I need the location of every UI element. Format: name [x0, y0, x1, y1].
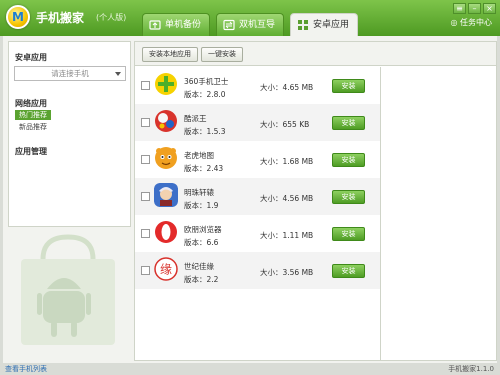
sidebar-heading-network: 网络应用	[15, 99, 47, 108]
list-item: 酷派王 版本：1.5.3 大小：655 KB 安装	[135, 104, 380, 141]
app-name: 欧朋浏览器	[184, 225, 222, 234]
install-button[interactable]: 安装	[332, 79, 365, 93]
dual-transfer-icon	[223, 19, 235, 31]
shopping-bag-android-icon	[21, 234, 115, 345]
minimize-icon[interactable]: –	[468, 3, 481, 14]
row-checkbox[interactable]	[141, 81, 150, 90]
app-name: 360手机卫士	[184, 77, 229, 86]
menu-icon[interactable]: ≡	[453, 3, 466, 14]
device-select[interactable]: 请连接手机	[14, 66, 126, 81]
row-checkbox[interactable]	[141, 192, 150, 201]
sidebar: 安卓应用 请连接手机 网络应用 热门推荐 新品推荐 应用管理	[8, 41, 131, 227]
one-click-install-button[interactable]: 一键安装	[201, 47, 243, 62]
app-edition: (个人版)	[96, 13, 127, 22]
list-item: 360手机卫士 版本：2.8.0 大小：4.65 MB 安装	[135, 67, 380, 104]
app-name: 世纪佳缘	[184, 262, 214, 271]
version-label: 手机搬家1.1.0	[448, 365, 494, 373]
main-tabs: 单机备份 双机互导 安卓应用	[142, 13, 364, 36]
tiger-icon	[155, 147, 177, 169]
install-button[interactable]: 安装	[332, 153, 365, 167]
app-size: 大小：4.56 MB	[260, 194, 314, 203]
sidebar-item-hot[interactable]: 热门推荐	[15, 110, 51, 120]
app-version: 版本：2.43	[184, 164, 224, 173]
app-size: 大小：3.56 MB	[260, 268, 314, 277]
row-checkbox[interactable]	[141, 266, 150, 275]
sidebar-heading-manage[interactable]: 应用管理	[15, 146, 47, 157]
chevron-down-icon	[115, 72, 121, 76]
android-apps-icon	[298, 20, 309, 30]
install-button[interactable]: 安装	[332, 116, 365, 130]
row-checkbox[interactable]	[141, 229, 150, 238]
app-version: 版本：1.5.3	[184, 127, 226, 136]
list-item: 缘 世纪佳缘 版本：2.2 大小：3.56 MB 安装	[135, 252, 380, 289]
tab-dual-transfer[interactable]: 双机互导	[216, 13, 285, 36]
sidebar-item-new[interactable]: 新品推荐	[15, 122, 51, 132]
360-guard-icon	[155, 73, 177, 95]
title-bar: M 手机搬家 (个人版) 单机备份 双机互导 安卓应用 ≡ – × ◎ 任务中心	[0, 0, 500, 36]
app-version: 版本：6.6	[184, 238, 219, 247]
app-size: 大小：1.11 MB	[260, 231, 314, 240]
toolbar: 安装本地应用 一键安装	[135, 42, 496, 66]
task-center-link[interactable]: ◎ 任务中心	[450, 17, 492, 28]
row-checkbox[interactable]	[141, 155, 150, 164]
app-version: 版本：2.8.0	[184, 90, 226, 99]
close-icon[interactable]: ×	[483, 3, 496, 14]
jiayuan-icon: 缘	[154, 257, 178, 281]
task-center-icon: ◎	[450, 18, 458, 27]
opera-icon	[155, 221, 177, 243]
app-logo: M	[6, 5, 30, 29]
main-area: 安卓应用 请连接手机 网络应用 热门推荐 新品推荐 应用管理 安装本地应用 一键…	[3, 36, 497, 363]
app-name: 酷派王	[184, 114, 207, 123]
game-character-icon	[154, 183, 178, 207]
app-list-panel: 安装本地应用 一键安装 360手机卫士 版本：2.8.0 大小：4.65 MB …	[134, 41, 497, 361]
view-phone-list-link[interactable]: 查看手机列表	[5, 364, 47, 374]
list-item: 明珠轩辕 版本：1.9 大小：4.56 MB 安装	[135, 178, 380, 215]
app-size: 大小：655 KB	[260, 120, 310, 129]
list-item: 欧朋浏览器 版本：6.6 大小：1.11 MB 安装	[135, 215, 380, 252]
app-version: 版本：1.9	[184, 201, 219, 210]
tab-android-apps[interactable]: 安卓应用	[290, 13, 359, 36]
status-bar: 查看手机列表 手机搬家1.1.0	[0, 363, 500, 375]
install-button[interactable]: 安装	[332, 264, 365, 278]
install-button[interactable]: 安装	[332, 190, 365, 204]
install-button[interactable]: 安装	[332, 227, 365, 241]
ball-icon	[155, 110, 177, 132]
install-local-button[interactable]: 安装本地应用	[142, 47, 198, 62]
svg-text:缘: 缘	[160, 263, 172, 277]
app-title: 手机搬家	[36, 11, 85, 25]
panel-divider	[380, 67, 381, 361]
window-controls: ≡ – ×	[453, 3, 496, 14]
app-version: 版本：2.2	[184, 275, 219, 284]
app-name: 明珠轩辕	[184, 188, 214, 197]
app-name: 老虎地图	[184, 151, 214, 160]
list-item: 老虎地图 版本：2.43 大小：1.68 MB 安装	[135, 141, 380, 178]
sidebar-heading-android: 安卓应用	[15, 53, 47, 62]
app-size: 大小：4.65 MB	[260, 83, 314, 92]
tab-single-backup[interactable]: 单机备份	[142, 13, 211, 36]
row-checkbox[interactable]	[141, 118, 150, 127]
single-backup-icon	[149, 20, 161, 30]
app-size: 大小：1.68 MB	[260, 157, 314, 166]
